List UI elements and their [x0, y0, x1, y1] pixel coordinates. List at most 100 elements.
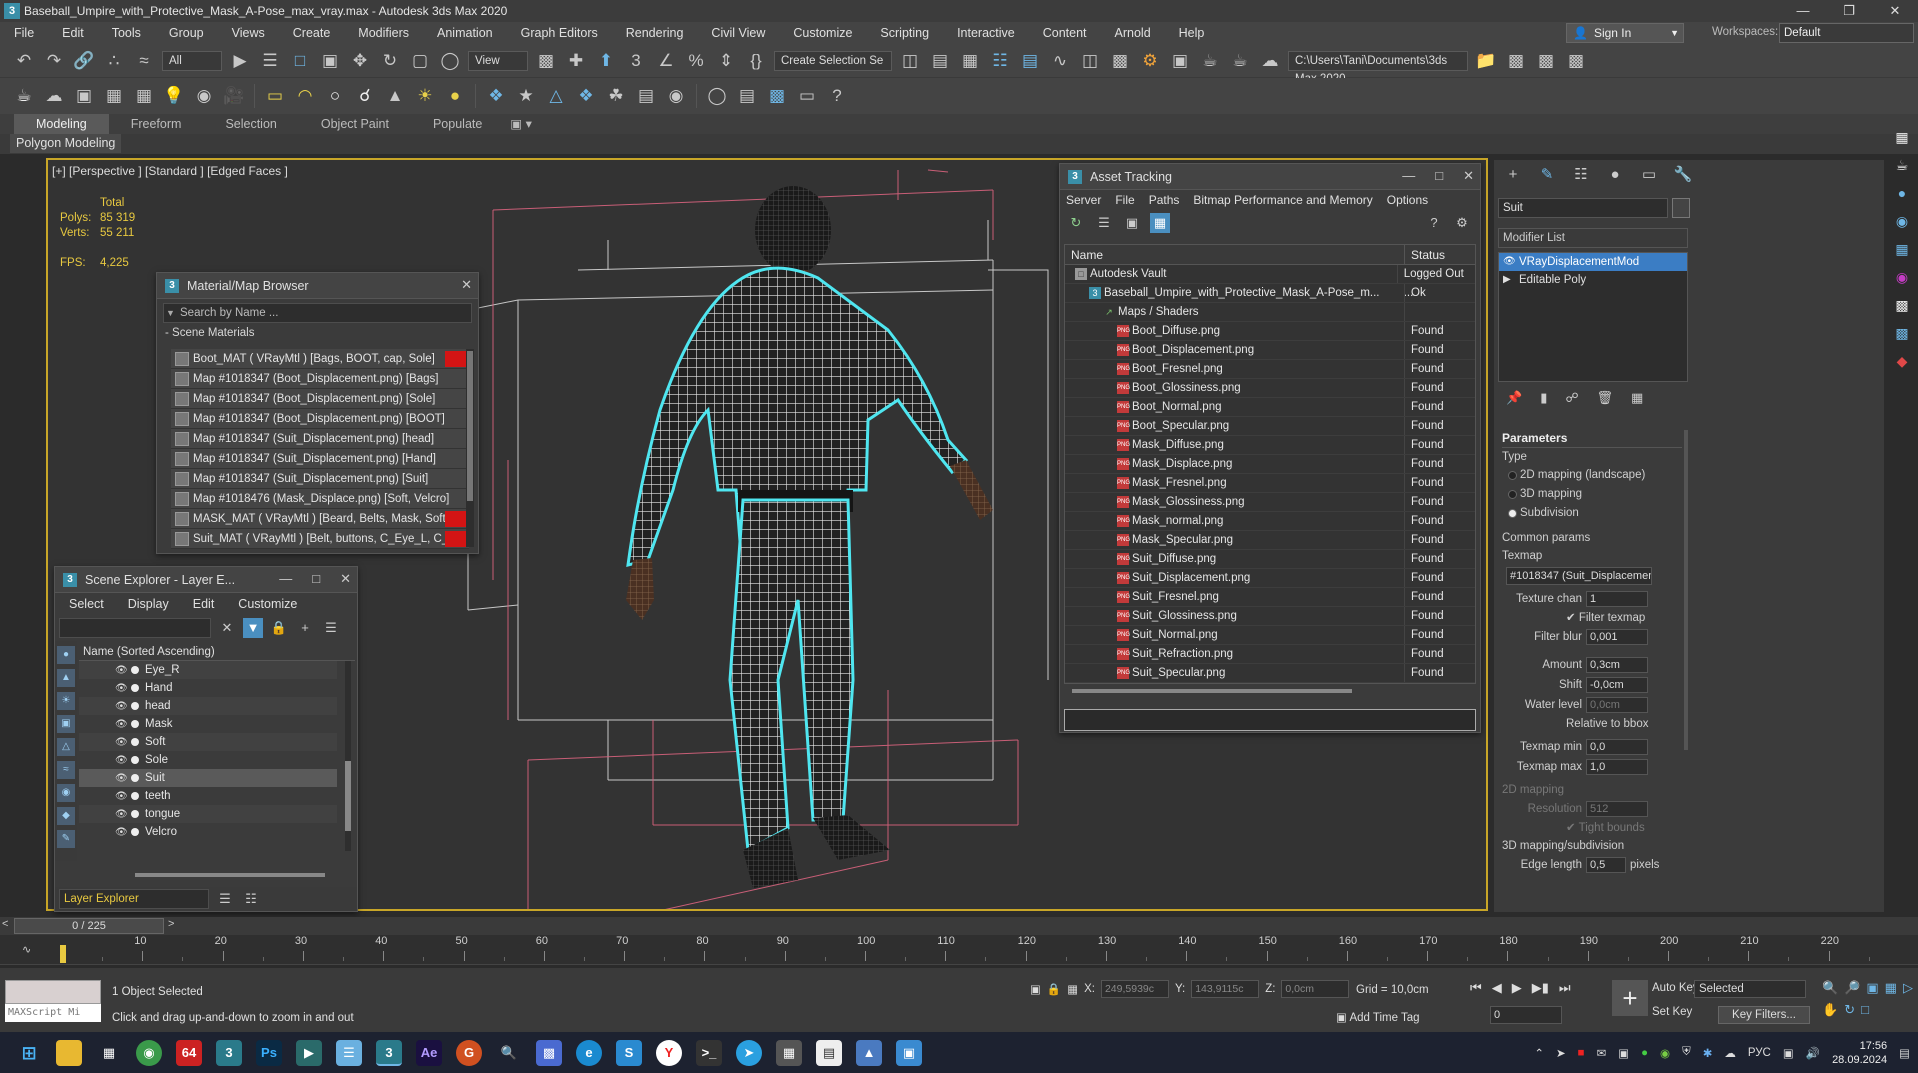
close-icon[interactable]: ✕ [461, 277, 472, 293]
lock-icon[interactable]: 🔒 [269, 618, 289, 638]
sign-in-button[interactable]: 👤 Sign In ▼ [1566, 23, 1684, 43]
ref-coord-select[interactable]: View [468, 50, 528, 71]
shield-icon[interactable]: ⛨ [1682, 1046, 1691, 1059]
clear-icon[interactable]: ✕ [217, 618, 237, 638]
list-item[interactable]: Map #1018347 (Suit_Displacement.png) [Su… [171, 469, 469, 489]
filter-icon[interactable]: ▼ [243, 618, 263, 638]
track-bar-icon[interactable]: ∿ [22, 943, 31, 956]
add-layer-icon[interactable]: + [295, 618, 315, 638]
app-64-icon[interactable]: 64 [176, 1039, 202, 1066]
telegram-icon[interactable]: ➤ [736, 1039, 762, 1066]
layers-icon[interactable]: ☰ [321, 618, 341, 638]
material-search-input[interactable]: ▼ Search by Name ... [163, 303, 472, 323]
water-level-spinner[interactable]: 0,0cm [1586, 697, 1648, 713]
nvidia-icon[interactable]: ◉ [1660, 1046, 1670, 1060]
tab-object-paint[interactable]: Object Paint [299, 114, 411, 134]
key-filters-button[interactable]: Key Filters... [1718, 1006, 1810, 1024]
xrefs-filter-icon[interactable]: ◆ [57, 807, 75, 825]
maximize-icon[interactable]: □ [312, 571, 320, 587]
list-item[interactable]: Map #1018347 (Boot_Displacement.png) [Ba… [171, 369, 469, 389]
eye-icon[interactable]: 👁 [115, 737, 129, 748]
settings-icon[interactable]: ⚙ [1452, 213, 1472, 233]
add-time-tag-button[interactable]: ▣ Add Time Tag [1336, 1010, 1420, 1024]
green-app-icon[interactable]: ● [1641, 1047, 1648, 1059]
menu-views[interactable]: Views [218, 26, 279, 40]
table-row[interactable]: PNG Boot_Fresnel.png Found [1065, 360, 1475, 379]
table-row[interactable]: □ Autodesk Vault Logged Out ... [1065, 265, 1475, 299]
mini-listener[interactable] [5, 980, 101, 1004]
table-row[interactable]: 👁 teeth [79, 787, 337, 805]
ies-light-icon[interactable]: ▲ [383, 84, 407, 108]
unlink-icon[interactable]: ∴ [102, 49, 126, 73]
spinner-snap-icon[interactable]: ⇕ [714, 49, 738, 73]
motion-tab-icon[interactable]: ● [1604, 164, 1626, 186]
set-keys-icon[interactable]: + [1612, 980, 1648, 1016]
menu-interactive[interactable]: Interactive [943, 26, 1029, 40]
media-icon[interactable]: ▶ [296, 1039, 322, 1066]
bluetooth-icon[interactable]: ✱ [1703, 1046, 1713, 1060]
selection-filter-select[interactable]: All [162, 50, 222, 71]
table-row[interactable]: 👁 Mask [79, 715, 337, 733]
minimize-icon[interactable]: — [1402, 168, 1415, 184]
display-icon[interactable]: ▣ [1618, 1046, 1629, 1060]
maximize-icon[interactable]: □ [1435, 168, 1443, 184]
filter-blur-spinner[interactable]: 0,001 [1586, 629, 1648, 645]
maxscript-listener-input[interactable]: MAXScript Mi [5, 1004, 101, 1022]
table-row[interactable]: PNG Mask_Fresnel.png Found [1065, 474, 1475, 493]
render-iterative-icon[interactable]: ☕ [1228, 49, 1252, 73]
hierarchy-icon[interactable]: ☷ [241, 889, 261, 909]
eye-icon[interactable]: 👁 [1503, 253, 1516, 271]
sphere-icon[interactable]: ○ [323, 84, 347, 108]
material-ball-icon[interactable]: ◯ [705, 84, 729, 108]
object-dot-icon[interactable] [131, 828, 139, 836]
bind-space-warp-icon[interactable]: ≈ [132, 49, 156, 73]
asset-table-hscrollbar[interactable] [1072, 689, 1352, 693]
task-view-icon[interactable]: ▦ [96, 1040, 122, 1066]
menu-modifiers[interactable]: Modifiers [344, 26, 423, 40]
decal-icon[interactable]: ◉ [664, 84, 688, 108]
placement-icon[interactable]: ◯ [438, 49, 462, 73]
object-dot-icon[interactable] [131, 774, 139, 782]
rendered-frame-window-icon[interactable]: ▣ [1168, 49, 1192, 73]
table-row[interactable]: 3 Baseball_Umpire_with_Protective_Mask_A-… [1065, 284, 1475, 303]
file-explorer-icon[interactable] [56, 1039, 82, 1066]
keyboard-language[interactable]: РУС [1748, 1047, 1771, 1059]
eye-icon[interactable]: 👁 [115, 665, 129, 676]
terminal-icon[interactable]: >_ [696, 1039, 722, 1066]
helpers-filter-icon[interactable]: △ [57, 738, 75, 756]
time-cursor[interactable] [60, 945, 66, 963]
grass-icon[interactable]: ☘ [604, 84, 628, 108]
proxy-icon[interactable]: ❖ [484, 84, 508, 108]
utilities-tab-icon[interactable]: 🔧 [1672, 164, 1694, 186]
menu-file[interactable]: File [1115, 193, 1134, 207]
current-frame-field[interactable]: 0 [1490, 1006, 1562, 1024]
radio-subdivision[interactable]: Subdivision [1502, 504, 1682, 523]
prev-frame-icon[interactable]: < [2, 918, 8, 930]
table-row[interactable]: PNG Suit_Fresnel.png Found [1065, 588, 1475, 607]
menu-edit[interactable]: Edit [193, 597, 215, 611]
make-unique-icon[interactable]: ☍ [1565, 390, 1578, 406]
auto-key-button[interactable]: Auto Key [1652, 982, 1699, 994]
menu-animation[interactable]: Animation [423, 26, 507, 40]
stack-item-editable-poly[interactable]: ▶ Editable Poly [1499, 271, 1687, 289]
chrome-icon[interactable]: ◉ [136, 1039, 162, 1066]
list-item[interactable]: Map #1018347 (Boot_Displacement.png) [So… [171, 389, 469, 409]
menu-file[interactable]: File [0, 26, 48, 40]
viewport-label[interactable]: [+] [Perspective ] [Standard ] [Edged Fa… [52, 164, 288, 178]
table-row[interactable]: 👁 Hand [79, 679, 337, 697]
menu-paths[interactable]: Paths [1149, 193, 1180, 207]
table-row[interactable]: PNG Boot_Specular.png Found [1065, 417, 1475, 436]
eye-icon[interactable]: 👁 [115, 701, 129, 712]
select-object-icon[interactable]: ▶ [228, 49, 252, 73]
workspace-select[interactable]: Default [1779, 23, 1914, 43]
minimize-icon[interactable]: — [1780, 0, 1826, 22]
go-to-end-icon[interactable]: ⏭ [1559, 980, 1571, 996]
container-open-icon[interactable]: ▩ [1534, 49, 1558, 73]
checker-icon[interactable]: ▦ [1891, 126, 1913, 148]
volume-grid-icon[interactable]: ❖ [574, 84, 598, 108]
table-row[interactable]: 👁 Eye_R [79, 661, 337, 679]
thumbnail-view-icon[interactable]: ▣ [1122, 213, 1142, 233]
command-panel-scrollbar[interactable] [1684, 430, 1688, 750]
list-item[interactable]: Map #1018347 (Suit_Displacement.png) [he… [171, 429, 469, 449]
object-dot-icon[interactable] [131, 738, 139, 746]
